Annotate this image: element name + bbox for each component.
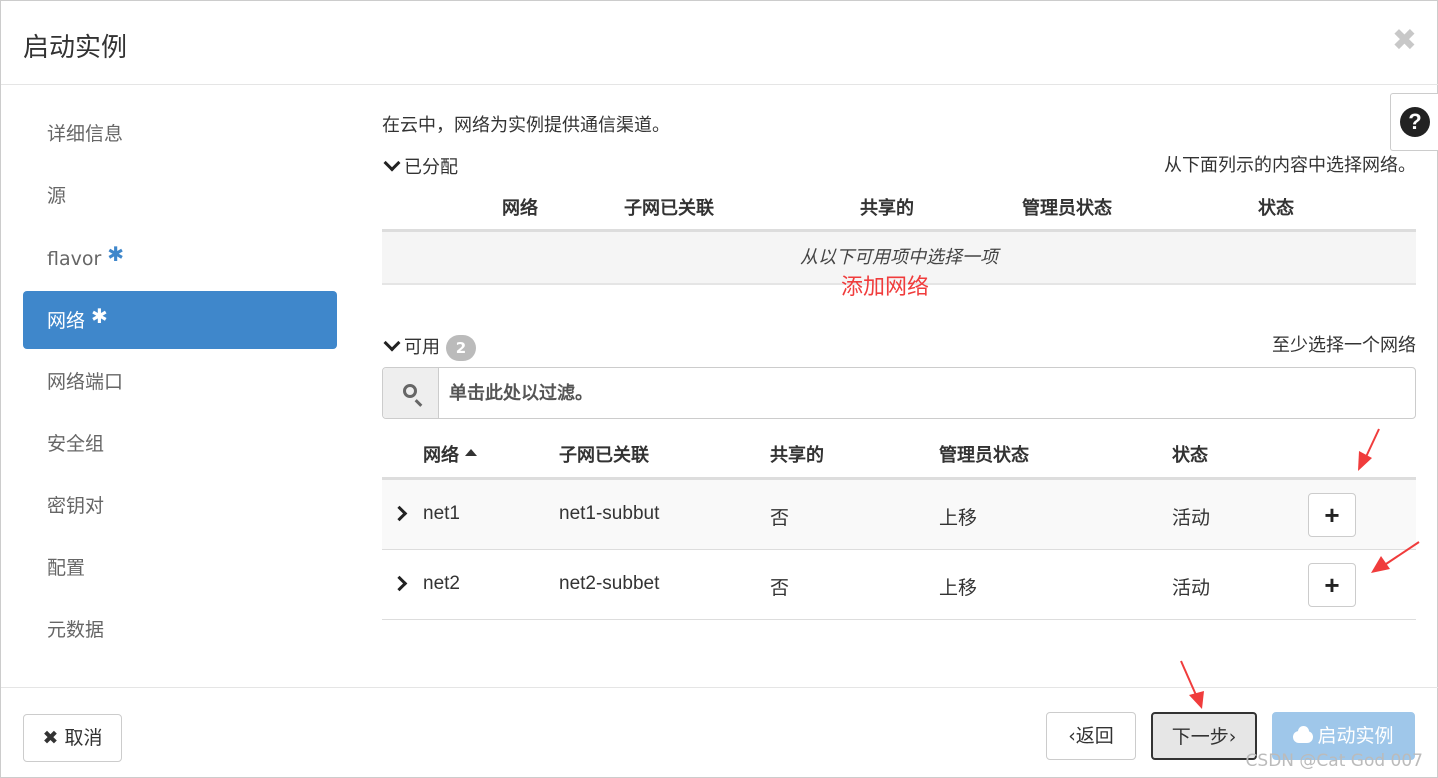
modal-footer: ✖ 取消 ‹返回 下一步› 启动实例 [1,687,1438,778]
nav-item-label: flavor [47,248,102,270]
allocated-hint: 从下面列示的内容中选择网络。 [1164,155,1416,176]
add-network-button[interactable]: + [1308,563,1356,607]
modal-title: 启动实例 [23,33,128,63]
nav-item-key-pair[interactable]: 密钥对 [23,477,337,535]
chevron-left-icon: ‹ [1068,725,1076,747]
next-label: 下一步 [1171,726,1229,748]
allocated-col-status: 状态 [1258,198,1294,219]
chevron-right-icon: › [1228,726,1237,748]
nav-item-configuration[interactable]: 配置 [23,539,337,597]
next-button[interactable]: 下一步› [1151,712,1257,760]
watermark: CSDN @Cat God 007 [1245,751,1423,771]
available-title: 可用 [404,337,440,358]
cancel-button[interactable]: ✖ 取消 [23,714,122,762]
back-button[interactable]: ‹返回 [1046,712,1136,760]
nav-item-networks[interactable]: 网络 ✱ [23,291,337,349]
launch-label: 启动实例 [1317,725,1394,747]
available-col-status[interactable]: 状态 [1172,441,1208,467]
cloud-upload-icon [1293,726,1314,743]
nav-item-network-ports[interactable]: 网络端口 [23,353,337,411]
table-row: net1 net1-subbut 否 上移 活动 + [382,480,1416,550]
row-subnet: net1-subbut [559,503,660,524]
back-label: 返回 [1075,725,1114,747]
row-network: net1 [423,503,460,524]
close-icon[interactable]: ✖ [1392,23,1417,58]
row-shared: 否 [770,577,790,599]
close-icon: ✖ [42,727,59,749]
chevron-right-icon[interactable] [391,505,408,522]
annotation-arrow-1 [1364,428,1380,460]
available-col-shared[interactable]: 共享的 [770,441,824,467]
search-icon [403,384,417,398]
nav-item-label: 配置 [47,557,86,579]
row-subnet: net2-subbet [559,573,660,594]
table-row: net2 net2-subbet 否 上移 活动 + [382,550,1416,620]
allocated-col-admin-state: 管理员状态 [1022,198,1112,219]
wizard-nav: 详细信息 源 flavor ✱ 网络 ✱ 网络端口 安全组 密钥对 配置 元数据 [23,105,337,663]
nav-item-source[interactable]: 源 [23,167,337,225]
allocated-title: 已分配 [404,157,458,178]
annotation-add-network: 添加网络 [841,275,930,300]
nav-item-label: 网络 [47,310,86,332]
available-col-network-sort[interactable]: 网络 [423,441,477,467]
allocated-col-subnets: 子网已关联 [624,198,714,219]
nav-item-label: 安全组 [47,433,105,455]
required-asterisk-icon: ✱ [107,242,125,266]
row-shared: 否 [770,507,790,529]
nav-item-details[interactable]: 详细信息 [23,105,337,163]
chevron-right-icon[interactable] [391,575,408,592]
row-status: 活动 [1172,577,1211,599]
modal-header: 启动实例 ✖ [1,1,1438,85]
row-admin-state: 上移 [939,577,978,599]
filter-bar [382,367,1416,419]
allocated-col-network: 网络 [502,198,538,219]
row-network: net2 [423,573,460,594]
chevron-down-icon [383,154,401,172]
available-col-network: 网络 [423,445,459,466]
sort-ascending-icon [465,449,477,456]
available-hint: 至少选择一个网络 [1272,335,1416,356]
cancel-label: 取消 [64,727,103,749]
nav-item-label: 密钥对 [47,495,105,517]
nav-item-label: 元数据 [47,619,105,641]
nav-item-label: 源 [47,185,67,207]
available-count-badge: 2 [446,335,476,361]
available-col-subnets[interactable]: 子网已关联 [559,441,649,467]
nav-item-flavor[interactable]: flavor ✱ [23,229,337,287]
row-admin-state: 上移 [939,507,978,529]
allocated-col-shared: 共享的 [860,198,914,219]
chevron-down-icon [383,334,401,352]
available-section-toggle[interactable]: 可用 2 [382,333,476,361]
nav-item-security-groups[interactable]: 安全组 [23,415,337,473]
filter-input[interactable] [449,380,1209,406]
help-button[interactable]: ? [1390,93,1438,151]
nav-item-label: 网络端口 [47,371,124,393]
step-description: 在云中，网络为实例提供通信渠道。 [382,115,670,136]
question-icon: ? [1400,107,1430,137]
available-col-admin-state[interactable]: 管理员状态 [939,441,1029,467]
add-network-button[interactable]: + [1308,493,1356,537]
row-status: 活动 [1172,507,1211,529]
nav-item-metadata[interactable]: 元数据 [23,601,337,659]
allocated-section-toggle[interactable]: 已分配 [382,153,458,179]
nav-item-label: 详细信息 [47,123,124,145]
launch-instance-modal: 启动实例 ✖ ? 详细信息 源 flavor ✱ 网络 ✱ 网络端口 安全组 密钥对… [0,0,1438,778]
annotation-arrowhead-1 [1358,451,1372,471]
filter-addon [383,368,439,418]
required-asterisk-icon: ✱ [91,304,108,328]
